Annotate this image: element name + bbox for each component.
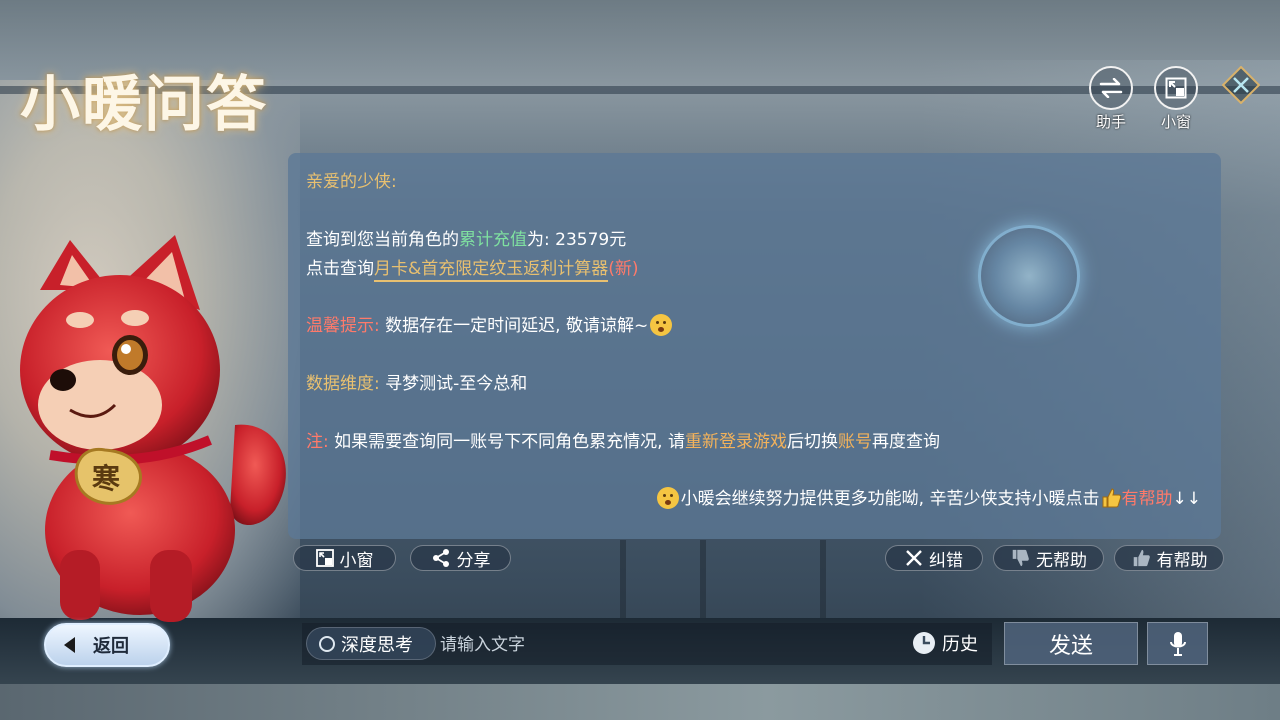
- shy-face-icon: [656, 487, 679, 509]
- thumbs-up-icon: [1102, 488, 1121, 508]
- recharge-line: 查询到您当前角色的累计充值为: 23579元: [306, 225, 626, 250]
- small-window-button[interactable]: 小窗: [293, 545, 396, 571]
- greeting: 亲爱的少侠:: [306, 172, 397, 192]
- footer-arrows: ↓↓: [1172, 489, 1202, 509]
- tip-label: 温馨提示:: [306, 316, 380, 336]
- small-window-label: 小窗: [1160, 113, 1191, 131]
- send-button[interactable]: 发送: [1004, 622, 1138, 665]
- share-button[interactable]: 分享: [410, 545, 511, 571]
- close-diamond-icon[interactable]: [1221, 65, 1261, 105]
- share-icon: [432, 549, 449, 567]
- tip-text: 数据存在一定时间延迟, 敬请谅解~: [385, 316, 649, 336]
- dimension-label: 数据维度:: [306, 374, 380, 394]
- background-pillar: [620, 540, 626, 620]
- recharge-value: 为: 23579元: [527, 230, 627, 250]
- correct-label: 纠错: [929, 550, 963, 571]
- answer-panel: 亲爱的少侠: 查询到您当前角色的累计充值为: 23579元 点击查询月卡&首充限…: [288, 153, 1221, 539]
- note-line: 注: 如果需要查询同一账号下不同角色累充情况, 请重新登录游戏后切换账号再度查询: [306, 427, 940, 452]
- share-label: 分享: [456, 550, 491, 571]
- history-button[interactable]: 历史: [912, 630, 978, 656]
- note-relogin-highlight: 重新登录游戏: [684, 432, 787, 452]
- back-arrow-icon: [64, 637, 75, 653]
- calculator-line: 点击查询月卡&首充限定纹玉返利计算器(新): [306, 254, 639, 282]
- helpful-label: 有帮助: [1156, 550, 1208, 571]
- footer-line: 小暖会继续努力提供更多功能呦, 辛苦少侠支持小暖点击 有帮助↓↓: [655, 484, 1201, 509]
- assistant-label: 助手: [1095, 113, 1126, 131]
- note-account-highlight: 账号: [837, 432, 872, 452]
- microphone-icon: [1169, 631, 1186, 656]
- small-window-icon: [315, 549, 334, 567]
- thumbs-up-icon: [1133, 549, 1150, 567]
- message-input[interactable]: [438, 630, 902, 660]
- thumbs-down-icon: [1012, 549, 1029, 567]
- footer-helpful-highlight: 有帮助: [1121, 489, 1173, 509]
- dimension-line: 数据维度: 寻梦测试-至今总和: [306, 369, 527, 394]
- small-window-label: 小窗: [339, 550, 374, 571]
- note-text: 如果需要查询同一账号下不同角色累充情况, 请: [334, 432, 685, 452]
- shy-face-icon: [650, 314, 673, 336]
- dimension-text: 寻梦测试-至今总和: [385, 374, 528, 394]
- not-helpful-button[interactable]: 无帮助: [993, 545, 1104, 571]
- small-window-icon: [1154, 66, 1198, 110]
- tip-line: 温馨提示: 数据存在一定时间延迟, 敬请谅解~: [306, 311, 674, 336]
- back-label: 返回: [93, 636, 129, 657]
- mascot-dog-illustration: 寒: [20, 235, 286, 622]
- app-logo: 小暖问答: [20, 70, 268, 140]
- swap-icon: [1089, 66, 1133, 110]
- deep-think-label: 深度思考: [341, 634, 413, 656]
- recharge-highlight: 累计充值: [459, 230, 527, 250]
- footer-text: 小暖会继续努力提供更多功能呦, 辛苦少侠支持小暖点击: [680, 489, 1100, 509]
- floor-background: [0, 684, 1280, 720]
- glow-orb-decoration: [978, 225, 1080, 327]
- radio-circle-icon: [319, 635, 335, 652]
- assistant-button[interactable]: 助手: [1088, 66, 1134, 132]
- recharge-prefix: 查询到您当前角色的: [306, 230, 459, 250]
- microphone-button[interactable]: [1147, 622, 1208, 665]
- background-pillar: [820, 540, 826, 620]
- mascot-badge-text: 寒: [92, 462, 120, 495]
- note-text: 后切换: [786, 432, 838, 452]
- helpful-button[interactable]: 有帮助: [1114, 545, 1224, 571]
- calculator-prefix: 点击查询: [306, 259, 374, 279]
- back-button[interactable]: 返回: [44, 623, 170, 667]
- clock-icon: [913, 632, 935, 654]
- background-pillar: [700, 540, 706, 620]
- note-label: 注:: [306, 432, 329, 452]
- note-text: 再度查询: [871, 432, 940, 452]
- not-helpful-label: 无帮助: [1036, 550, 1087, 571]
- correct-button[interactable]: 纠错: [885, 545, 983, 571]
- history-label: 历史: [942, 634, 978, 655]
- deep-think-toggle[interactable]: 深度思考: [306, 627, 436, 660]
- close-icon: [906, 550, 922, 566]
- send-label: 发送: [1048, 633, 1093, 659]
- calculator-new-tag: (新): [608, 259, 639, 279]
- small-window-top-button[interactable]: 小窗: [1153, 66, 1199, 132]
- calculator-link[interactable]: 月卡&首充限定纹玉返利计算器: [374, 259, 609, 282]
